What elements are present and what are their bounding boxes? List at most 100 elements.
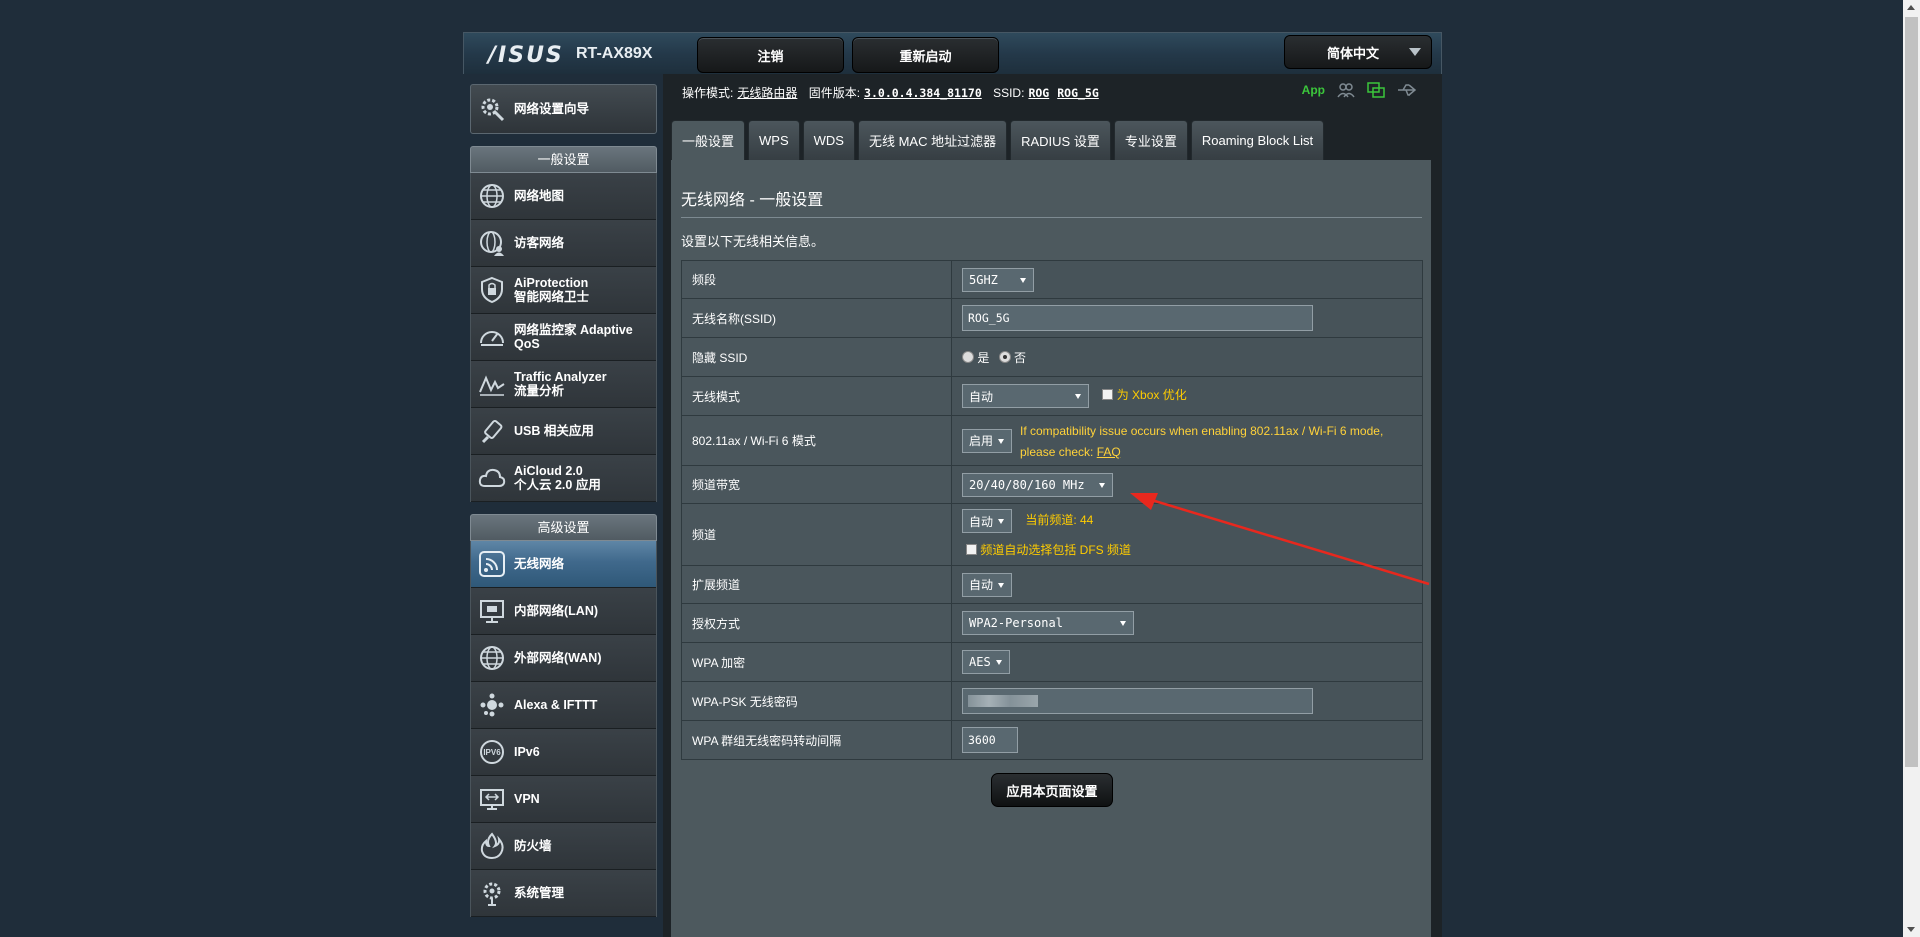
scroll-thumb[interactable]	[1905, 17, 1918, 767]
sidebar-item-label: AiCloud 2.0	[514, 464, 583, 478]
row-group-key-interval: WPA 群组无线密码转动间隔 3600	[681, 720, 1423, 760]
clients-icon[interactable]	[1337, 82, 1355, 98]
page-scrollbar[interactable]	[1903, 0, 1920, 937]
wpa-encryption-cell: AES	[951, 642, 1423, 682]
apply-button[interactable]: 应用本页面设置	[991, 773, 1113, 807]
wifi6-mode-label: 802.11ax / Wi-Fi 6 模式	[681, 415, 952, 466]
sidebar-item-label: 网络地图	[514, 189, 565, 203]
wpa-encryption-value: AES	[969, 655, 991, 669]
router-admin-window: /ISUS RT-AX89X 注销 重新启动 简体中文 操作模式: 无线路由器 固…	[0, 0, 1920, 937]
wifi6-note-line2: please check:	[1020, 445, 1094, 459]
sidebar-item-network-map[interactable]: 网络地图	[471, 173, 656, 220]
sidebar-item-vpn[interactable]: VPN	[471, 776, 656, 823]
channel-select[interactable]: 自动	[962, 509, 1012, 533]
sidebar-item-traffic-analyzer[interactable]: Traffic Analyzer 流量分析	[471, 361, 656, 408]
chevron-down-icon	[998, 582, 1004, 588]
auth-method-cell: WPA2-Personal	[951, 603, 1423, 643]
tab-wds[interactable]: WDS	[802, 120, 855, 160]
reboot-button[interactable]: 重新启动	[852, 37, 999, 73]
wifi6-mode-cell: 启用 If compatibility issue occurs when en…	[951, 415, 1423, 466]
tab-general[interactable]: 一般设置	[671, 120, 746, 160]
ipv6-icon: IPV6	[480, 740, 504, 764]
bandwidth-label: 频道带宽	[681, 465, 952, 504]
sidebar-item-adaptive-qos[interactable]: 网络监控家 Adaptive QoS	[471, 314, 656, 361]
sidebar-item-label-stack: 网络监控家 Adaptive QoS	[514, 323, 633, 351]
extension-channel-value: 自动	[969, 578, 994, 592]
current-channel-text: 当前频道: 44	[1025, 513, 1094, 528]
bandwidth-select[interactable]: 20/40/80/160 MHz	[962, 472, 1113, 497]
top-banner: /ISUS RT-AX89X 注销 重新启动 简体中文	[463, 32, 1442, 74]
group-key-interval-cell: 3600	[951, 720, 1423, 760]
wifi6-mode-select[interactable]: 启用	[962, 428, 1012, 453]
wireless-settings-table: 频段 5GHZ 无线名称(SSID) ROG_5G 隐藏 SSID 是 否 无线…	[681, 260, 1423, 760]
mode-link[interactable]: 无线路由器	[737, 86, 797, 100]
auth-method-select[interactable]: WPA2-Personal	[962, 611, 1134, 635]
row-wifi6-mode: 802.11ax / Wi-Fi 6 模式 启用 If compatibilit…	[681, 415, 1423, 466]
language-value: 简体中文	[1327, 45, 1380, 61]
hide-ssid-yes-radio[interactable]	[962, 350, 974, 363]
alexa-icon	[480, 693, 504, 717]
wpa-psk-cell	[951, 681, 1423, 721]
scroll-down-icon[interactable]	[1907, 927, 1915, 932]
sidebar-item-label: AiProtection	[514, 276, 589, 290]
chevron-down-icon	[1075, 394, 1081, 399]
guest-network-icon	[480, 231, 504, 256]
sidebar-item-guest-network[interactable]: 访客网络	[471, 220, 656, 267]
xbox-optimize-checkbox[interactable]	[1102, 389, 1114, 401]
sidebar-item-label-stack: AiCloud 2.0 个人云 2.0 应用	[514, 464, 601, 492]
sidebar-item-lan[interactable]: 内部网络(LAN)	[471, 588, 656, 635]
tab-roaming-block-list[interactable]: Roaming Block List	[1190, 120, 1325, 160]
chevron-down-icon	[1120, 621, 1126, 626]
sidebar-item-firewall[interactable]: 防火墙	[471, 823, 656, 870]
content-panel: 无线网络 - 一般设置 设置以下无线相关信息。 频段 5GHZ 无线名称(SSI…	[671, 160, 1431, 937]
dfs-checkbox[interactable]	[966, 544, 977, 555]
scroll-up-icon[interactable]	[1907, 5, 1915, 10]
group-key-interval-label: WPA 群组无线密码转动间隔	[681, 720, 952, 760]
wpa-encryption-label: WPA 加密	[681, 642, 952, 682]
sidebar-item-setup-wizard[interactable]: 网络设置向导	[470, 84, 657, 134]
sidebar-item-sublabel: 流量分析	[514, 384, 565, 398]
firmware-link[interactable]: 3.0.0.4.384_81170	[864, 86, 982, 100]
group-key-interval-input[interactable]: 3600	[962, 727, 1018, 753]
band-select[interactable]: 5GHZ	[962, 267, 1034, 292]
sidebar-item-usb-apps[interactable]: USB 相关应用	[471, 408, 656, 455]
ssid-link-24g[interactable]: ROG	[1028, 86, 1049, 100]
wireless-mode-select[interactable]: 自动	[962, 384, 1089, 408]
ssid-input[interactable]: ROG_5G	[962, 305, 1313, 331]
model-name: RT-AX89X	[576, 45, 653, 62]
sidebar-item-ipv6[interactable]: IPV6 IPv6	[471, 729, 656, 776]
tab-radius[interactable]: RADIUS 设置	[1010, 120, 1111, 160]
chevron-down-icon	[1020, 277, 1026, 283]
usb-icon	[481, 419, 503, 444]
sidebar-item-label: Traffic Analyzer	[514, 370, 607, 384]
sidebar-item-alexa-ifttt[interactable]: Alexa & IFTTT	[471, 682, 656, 729]
tab-wps[interactable]: WPS	[748, 120, 800, 160]
ssid-link-5g[interactable]: ROG_5G	[1057, 86, 1099, 100]
asus-logo: /ISUS	[488, 43, 564, 68]
internet-status-icon[interactable]	[1367, 82, 1385, 98]
wpa-psk-input[interactable]	[962, 688, 1313, 714]
cloud-icon	[478, 468, 506, 487]
sidebar-item-wan[interactable]: 外部网络(WAN)	[471, 635, 656, 682]
tab-mac-filter[interactable]: 无线 MAC 地址过滤器	[857, 120, 1008, 160]
app-link[interactable]: App	[1302, 83, 1325, 97]
sidebar-item-aicloud[interactable]: AiCloud 2.0 个人云 2.0 应用	[471, 455, 656, 502]
wifi-icon	[479, 551, 505, 577]
firewall-icon	[480, 832, 504, 860]
firmware-label: 固件版本:	[808, 86, 861, 100]
extension-channel-select[interactable]: 自动	[962, 572, 1012, 597]
usb-status-icon[interactable]	[1397, 83, 1417, 97]
hide-ssid-no-radio[interactable]	[998, 350, 1011, 363]
sidebar-item-label: 内部网络(LAN)	[514, 604, 599, 618]
sidebar-item-wireless[interactable]: 无线网络	[471, 541, 656, 588]
wpa-encryption-select[interactable]: AES	[962, 650, 1010, 674]
sidebar-item-aiprotection[interactable]: AiProtection 智能网络卫士	[471, 267, 656, 314]
page-title: 无线网络 - 一般设置	[681, 192, 824, 209]
language-select[interactable]: 简体中文	[1284, 35, 1432, 69]
sidebar-item-administration[interactable]: 系统管理	[471, 870, 656, 917]
wifi6-faq-link[interactable]: FAQ	[1097, 445, 1121, 459]
logout-button[interactable]: 注销	[697, 37, 844, 73]
tab-professional[interactable]: 专业设置	[1113, 120, 1188, 160]
bandwidth-value: 20/40/80/160 MHz	[969, 477, 1085, 492]
band-value: 5GHZ	[969, 272, 998, 287]
